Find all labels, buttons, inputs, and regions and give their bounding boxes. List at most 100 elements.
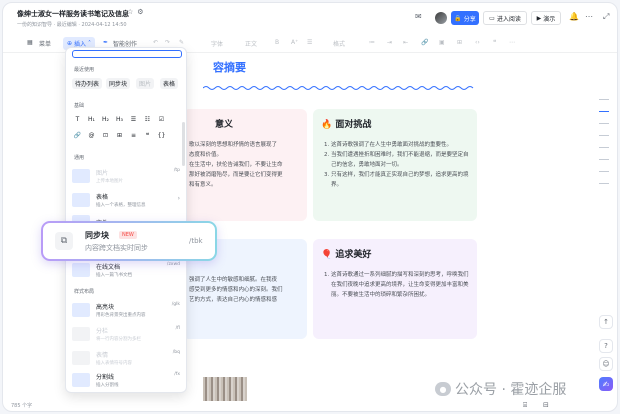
menu-item-shortcut: /bq: [172, 350, 180, 355]
font-size-select[interactable]: A⁺: [291, 39, 298, 46]
sync-block-desc: 内容跨文档实时同步: [85, 244, 148, 252]
mention-icon[interactable]: @: [86, 130, 97, 141]
indent-icon[interactable]: ⇥: [387, 39, 392, 46]
link-icon[interactable]: 🔗: [421, 39, 428, 46]
image-thumbnail[interactable]: [203, 377, 247, 401]
undo-icon[interactable]: ↶: [153, 39, 158, 46]
help-button[interactable]: ?: [599, 339, 613, 353]
heading1-icon[interactable]: H₁: [86, 114, 97, 125]
star-icon[interactable]: ☆: [127, 8, 133, 16]
menu-section-recent: 最近使用: [74, 67, 95, 73]
quote-icon[interactable]: ❝: [142, 130, 153, 141]
code-icon[interactable]: ‹›: [475, 39, 480, 46]
card-text: 强调了人生中的敏感和细腻。在我夜 感受到更多的情感和内心的深刻。我们 艺的方式，…: [189, 275, 299, 305]
callout-icon[interactable]: ⊡: [100, 130, 111, 141]
text-block-icon[interactable]: T: [72, 114, 83, 125]
menu-search-input[interactable]: [72, 50, 182, 58]
sync-block-icon: ⧉: [55, 232, 73, 250]
doc-meta: 一份的知识智导 · 最近编辑 · 2024-04-12 14:50: [17, 22, 127, 28]
font-select[interactable]: 字体: [211, 39, 223, 48]
sync-block-shortcut: /tbk: [189, 237, 203, 245]
card-pursue-beauty[interactable]: 🎈 追求美好 这首诗歌通过一系列细腻的描写和深刻的思考，呼唤我们在我们夜晚中追求…: [313, 239, 477, 339]
read-mode-label: 进入阅读: [496, 15, 521, 23]
read-mode-button[interactable]: ▭ 进入阅读: [483, 11, 527, 25]
recent-image[interactable]: 图片: [136, 78, 155, 89]
text-style-select[interactable]: 正文: [245, 39, 257, 48]
heading3-icon[interactable]: H₃: [114, 114, 125, 125]
align-icon[interactable]: ☰: [307, 39, 312, 46]
card-title: 意义: [215, 120, 234, 130]
sync-block-card[interactable]: ⧉ 同步块 NEW 内容跨文档实时同步 /tbk: [43, 223, 215, 259]
format-painter-icon[interactable]: ✎: [179, 39, 184, 46]
outline-mark[interactable]: [599, 147, 609, 148]
card-list: 这首诗歌强调了在人生中勇敢面对挑战的重要性。 当我们遭遇挫折和困难时，我们不能退…: [321, 140, 469, 190]
quote-icon[interactable]: ❝: [493, 39, 496, 46]
menu-item-online-doc[interactable]: 在线文档 插入一篇飞书文档 /zxwd: [72, 258, 184, 282]
menu-item-text: 分栏 将一行内容分割为多栏: [96, 326, 141, 342]
outline-mark[interactable]: [599, 99, 609, 100]
code-block-icon[interactable]: {}: [156, 130, 167, 141]
outline-mark[interactable]: [599, 159, 609, 160]
menu-section-common: 通用: [74, 155, 85, 161]
insert-menu: 最近使用 待办列表 同步块 图片 表格 基础 T H₁ H₂ H₃ ☰ ☷ ☑ …: [65, 47, 187, 393]
ai-assistant-button[interactable]: ✍: [599, 377, 613, 391]
avatar[interactable]: [435, 12, 447, 24]
menu-item-image[interactable]: 图片 上传本地图片 /tp: [72, 164, 184, 188]
checkbox-icon[interactable]: ☑: [156, 114, 167, 125]
sync-block-highlight[interactable]: ⧉ 同步块 NEW 内容跨文档实时同步 /tbk: [41, 221, 217, 261]
menu-icon[interactable]: ▦: [27, 39, 33, 46]
recent-table[interactable]: 表格: [160, 78, 179, 89]
comment-count-icon[interactable]: ⌸: [523, 401, 527, 410]
list-icon[interactable]: ≔: [369, 39, 375, 46]
ai-write-icon[interactable]: ✒: [103, 39, 108, 46]
back-to-top-button[interactable]: ↑: [599, 315, 613, 329]
grid-icon[interactable]: ⊞: [114, 130, 125, 141]
card-meaning[interactable]: 意义 歌以深刻的思想和抒情的语言展现了 态度和价值。 在生活中，扶伦告诫我们，不…: [183, 109, 307, 221]
format-select[interactable]: 格式: [333, 39, 345, 48]
present-button[interactable]: ▶ 演示: [531, 11, 561, 25]
feedback-button[interactable]: ☺: [599, 357, 613, 371]
recent-todo-list[interactable]: 待办列表: [72, 78, 103, 89]
image-icon[interactable]: ▣: [439, 39, 445, 46]
redo-icon[interactable]: ↷: [165, 39, 170, 46]
menu-item-text: 在线文档 插入一篇飞书文档: [96, 262, 132, 278]
app-window: 像绅士淑女一样服务读书笔记及信息 ☆ ⚙ 一份的知识智导 · 最近编辑 · 20…: [2, 2, 618, 412]
table-icon[interactable]: ⊞: [457, 39, 462, 46]
ordered-list-icon[interactable]: ☰: [128, 114, 139, 125]
heading2-icon[interactable]: H₂: [100, 114, 111, 125]
menu-button[interactable]: 菜单: [39, 39, 51, 48]
comment-icon[interactable]: ✉: [415, 12, 422, 21]
menu-item-desc: 上传本地图片: [96, 179, 123, 184]
outline-mark[interactable]: [599, 135, 609, 136]
outdent-icon[interactable]: ⇤: [403, 39, 408, 46]
menu-item-name: 在线文档: [96, 264, 121, 271]
menu-item-table[interactable]: 表格 插入一个表格，整理信息 ›: [72, 188, 184, 212]
outline-navigator[interactable]: [599, 99, 609, 195]
doc-title[interactable]: 像绅士淑女一样服务读书笔记及信息: [17, 9, 129, 19]
menu-item-divider[interactable]: 分割线 插入分割线 /fx: [72, 368, 184, 392]
card-title: 面对挑战: [335, 120, 372, 130]
outline-mark[interactable]: [599, 171, 609, 172]
more-options-icon[interactable]: ⋯: [585, 12, 593, 21]
share-button[interactable]: 🔒 分享: [451, 11, 479, 25]
more-format-icon[interactable]: ⋯: [509, 39, 515, 46]
recent-sync-block[interactable]: 同步块: [106, 78, 131, 89]
menu-item-emoji[interactable]: 表情 插入表情符号内容 /bq: [72, 346, 184, 370]
bullet-list-icon[interactable]: ☷: [142, 114, 153, 125]
divider-icon[interactable]: ≡: [128, 130, 139, 141]
outline-mark[interactable]: [599, 183, 609, 184]
menu-item-text: 高亮块 用彩色背景突出重点内容: [96, 302, 146, 318]
expand-icon[interactable]: ⤢: [603, 12, 609, 22]
menu-item-highlight-block[interactable]: 高亮块 用彩色背景突出重点内容 /glk: [72, 298, 184, 322]
menu-item-columns[interactable]: 分栏 将一行内容分割为多栏 /fl: [72, 322, 184, 346]
card-challenge[interactable]: 🔥 面对挑战 这首诗歌强调了在人生中勇敢面对挑战的重要性。 当我们遭遇挫折和困难…: [313, 109, 477, 221]
bold-icon[interactable]: B: [275, 39, 279, 46]
link-icon[interactable]: 🔗: [72, 130, 83, 141]
outline-mark[interactable]: [599, 123, 609, 124]
present-label: 演示: [543, 15, 556, 23]
more-icon[interactable]: ⚙: [137, 8, 143, 16]
outline-mark-active[interactable]: [599, 111, 609, 112]
sidebar-toggle-icon[interactable]: ⊟: [543, 401, 549, 409]
bell-icon[interactable]: 🔔: [569, 12, 579, 21]
menu-scrollbar[interactable]: [182, 122, 185, 166]
